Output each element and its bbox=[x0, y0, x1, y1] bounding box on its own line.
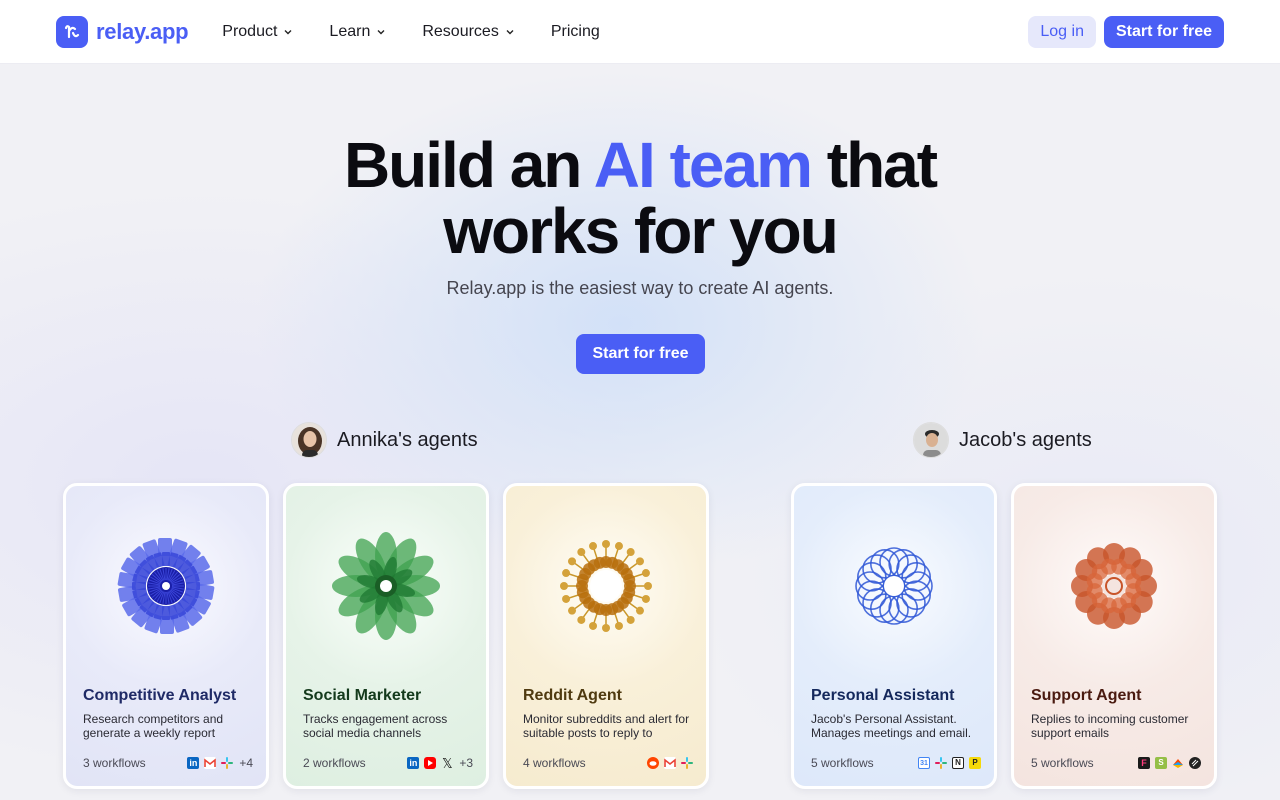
agent-card-reddit-agent[interactable]: Reddit Agent Monitor subreddits and aler… bbox=[503, 483, 709, 789]
workflow-count: 5 workflows bbox=[1031, 756, 1094, 770]
linkedin-icon: in bbox=[187, 757, 200, 769]
nav-learn[interactable]: Learn bbox=[329, 23, 386, 41]
hero-title-accent: AI team bbox=[593, 129, 813, 201]
app-icons bbox=[647, 757, 693, 769]
green-flower-art bbox=[286, 506, 486, 666]
logo-text: relay.app bbox=[96, 18, 189, 44]
workflow-count: 2 workflows bbox=[303, 756, 366, 770]
hero-title: Build an AI team that works for you bbox=[0, 132, 1280, 264]
workflow-count: 5 workflows bbox=[811, 756, 874, 770]
card-description: Jacob's Personal Assistant. Manages meet… bbox=[811, 712, 972, 740]
slack-icon bbox=[681, 757, 693, 769]
chevron-down-icon bbox=[377, 29, 385, 34]
hero-subtitle: Relay.app is the easiest way to create A… bbox=[446, 278, 834, 298]
agent-card-social-marketer[interactable]: Social Marketer Tracks engagement across… bbox=[283, 483, 489, 789]
card-title: Competitive Analyst bbox=[83, 687, 237, 704]
nav-learn-label: Learn bbox=[329, 22, 371, 40]
more-apps-count: +4 bbox=[239, 756, 253, 770]
card-footer: 5 workflows F S bbox=[1031, 756, 1201, 770]
card-footer: 5 workflows 31 N P bbox=[811, 756, 981, 770]
avatar bbox=[291, 422, 327, 458]
workflow-count: 4 workflows bbox=[523, 756, 586, 770]
card-title: Support Agent bbox=[1031, 687, 1142, 704]
card-description: Replies to incoming customer support ema… bbox=[1031, 712, 1189, 740]
app-icons: F S bbox=[1138, 757, 1201, 769]
nav-pricing-label: Pricing bbox=[550, 22, 600, 40]
gmail-icon bbox=[664, 757, 676, 769]
app-icons: 31 N P bbox=[918, 757, 981, 769]
gmail-icon bbox=[204, 757, 217, 769]
youtube-icon bbox=[424, 757, 437, 769]
top-navbar: relay.app Product Learn Resources Pricin… bbox=[0, 0, 1280, 64]
agent-card-competitive-analyst[interactable]: Competitive Analyst Research competitors… bbox=[63, 483, 269, 789]
rust-ring-art bbox=[1014, 506, 1214, 666]
agent-card-personal-assistant[interactable]: Personal Assistant Jacob's Personal Assi… bbox=[791, 483, 997, 789]
card-title: Reddit Agent bbox=[523, 687, 622, 704]
owner-label: Annika's agents bbox=[337, 428, 478, 451]
calendar-icon: 31 bbox=[918, 757, 930, 769]
reddit-icon bbox=[647, 757, 659, 769]
linkedin-icon: in bbox=[407, 757, 420, 769]
hero-title-post: that bbox=[810, 129, 938, 201]
card-description: Monitor subreddits and alert for suitabl… bbox=[523, 712, 690, 740]
zapier-icon bbox=[1172, 757, 1184, 769]
nav-start-button[interactable]: Start for free bbox=[1103, 15, 1224, 48]
linear-icon bbox=[1189, 757, 1201, 769]
x-icon: 𝕏 bbox=[442, 755, 453, 771]
slack-icon bbox=[221, 757, 234, 769]
nav-links: Product Learn Resources Pricing bbox=[222, 23, 599, 41]
card-title: Personal Assistant bbox=[811, 687, 955, 704]
nav-resources[interactable]: Resources bbox=[422, 23, 514, 41]
app-icons: in +4 bbox=[187, 756, 253, 770]
login-button[interactable]: Log in bbox=[1028, 15, 1096, 48]
annika-agents-heading: Annika's agents bbox=[291, 422, 478, 458]
hero-title-pre: Build an bbox=[343, 129, 594, 201]
jacob-agents-heading: Jacob's agents bbox=[913, 422, 1092, 458]
front-icon: F bbox=[1138, 757, 1150, 769]
agent-card-support-agent[interactable]: Support Agent Replies to incoming custom… bbox=[1011, 483, 1217, 789]
owner-label: Jacob's agents bbox=[959, 428, 1092, 451]
blue-flower-art bbox=[66, 506, 266, 666]
blue-ring-art bbox=[794, 506, 994, 666]
nav-resources-label: Resources bbox=[422, 22, 499, 40]
shopify-icon: S bbox=[1155, 757, 1167, 769]
hero-start-button[interactable]: Start for free bbox=[576, 334, 705, 374]
hero-title-line2: works for you bbox=[443, 195, 839, 267]
producthunt-icon: P bbox=[969, 757, 981, 769]
relay-logo-icon bbox=[56, 15, 88, 48]
card-description: Research competitors and generate a week… bbox=[83, 712, 224, 740]
card-description: Tracks engagement across social media ch… bbox=[303, 712, 448, 740]
card-footer: 4 workflows bbox=[523, 756, 693, 770]
chevron-down-icon bbox=[506, 29, 514, 34]
app-icons: in 𝕏 +3 bbox=[407, 756, 473, 770]
card-title: Social Marketer bbox=[303, 687, 422, 704]
card-footer: 3 workflows in +4 bbox=[83, 756, 253, 770]
more-apps-count: +3 bbox=[459, 756, 473, 770]
notion-icon: N bbox=[952, 757, 964, 769]
nav-product-label: Product bbox=[222, 22, 278, 40]
logo[interactable]: relay.app bbox=[56, 15, 189, 48]
chevron-down-icon bbox=[284, 29, 292, 34]
nav-pricing[interactable]: Pricing bbox=[551, 23, 600, 41]
workflow-count: 3 workflows bbox=[83, 756, 146, 770]
gold-flower-art bbox=[506, 506, 706, 666]
avatar bbox=[913, 422, 949, 458]
slack-icon bbox=[935, 757, 947, 769]
card-footer: 2 workflows in 𝕏 +3 bbox=[303, 756, 473, 770]
nav-product[interactable]: Product bbox=[222, 23, 293, 41]
